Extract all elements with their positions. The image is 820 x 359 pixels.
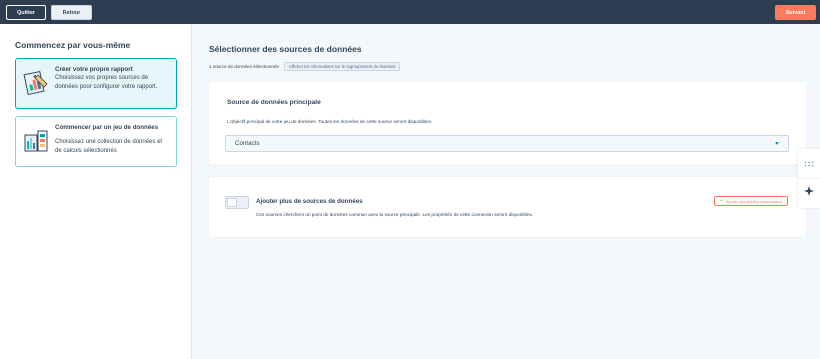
plus-icon: + [719,198,723,204]
primary-source-select[interactable]: Contacts [225,135,789,152]
report-builder-icon [23,70,48,96]
additional-sources-panel: Ajouter plus de sources de données Ces s… [209,177,806,237]
selection-summary: 1 source de données sélectionnée Affiche… [209,62,401,71]
toggle-knob [227,198,237,207]
additional-sources-title: Ajouter plus de sources de données [256,198,363,205]
divider [798,178,820,179]
top-bar: Quitter Retour Suivant [0,0,820,24]
dataset-icon [24,130,48,152]
card-title: Créer votre propre rapport [55,66,133,73]
card-description: Choisissez une collection de données et … [55,139,163,154]
start-dataset-card[interactable]: Commencer par un jeu de données Choisiss… [15,116,177,167]
additional-sources-description: Ces sources cherchent un point de donnée… [256,212,534,217]
page-title: Sélectionner des sources de données [209,44,362,54]
select-value: Contacts [235,140,260,147]
quit-button[interactable]: Quitter [6,5,46,20]
sparkle-icon[interactable] [804,186,814,196]
add-association-labels-button[interactable]: + Ajouter des libellés d'association [713,196,788,206]
sidebar: Commencez par vous-même Créer votre prop… [0,24,192,359]
create-report-card[interactable]: Créer votre propre rapport Choisissez vo… [15,58,177,109]
data-grouping-info-button[interactable]: Afficher les informations sur le regroup… [283,62,401,71]
card-description: Choisissez vos propres sources de donnée… [55,75,158,90]
primary-source-panel: Source de données principale L'objectif … [209,82,806,164]
grid-icon[interactable] [804,161,814,167]
primary-source-description: L'objectif principal de votre jeu de don… [227,119,433,124]
primary-source-title: Source de données principale [227,99,321,106]
back-button[interactable]: Retour [51,5,92,20]
selected-count: 1 source de données sélectionnée [209,64,279,69]
side-tools-panel [798,149,820,208]
caret-down-icon [775,142,779,145]
card-title: Commencer par un jeu de données [55,124,159,131]
sidebar-title: Commencez par vous-même [15,40,131,50]
assoc-button-label: Ajouter des libellés d'association [725,198,782,204]
additional-sources-toggle[interactable] [225,196,249,209]
next-button[interactable]: Suivant [775,5,816,20]
